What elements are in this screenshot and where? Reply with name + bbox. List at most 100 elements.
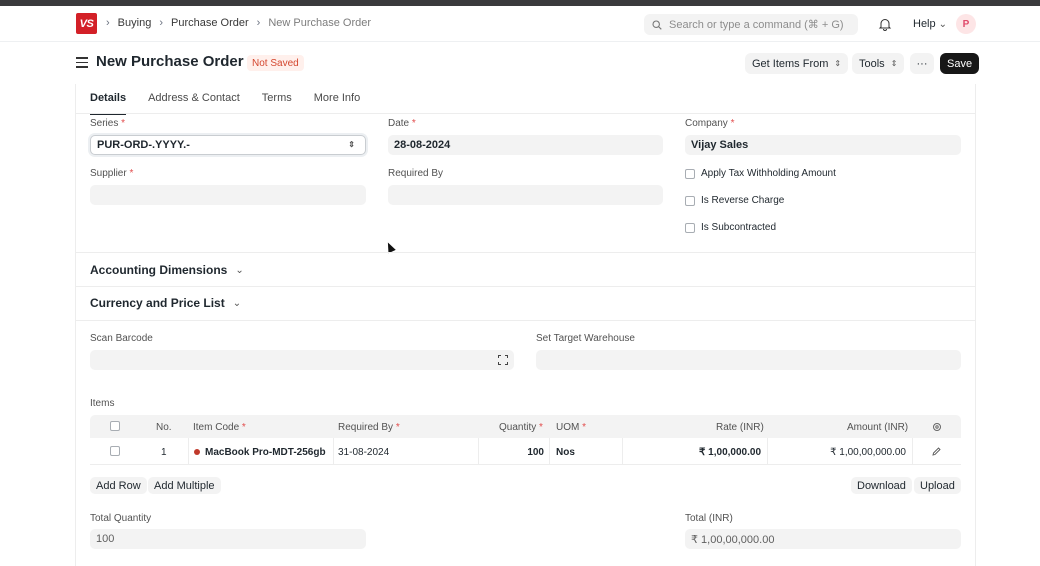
total-inr-field: ₹ 1,00,00,000.00 [685,529,961,549]
required-by-label: Required By [388,168,444,179]
tab-address-contact[interactable]: Address & Contact [148,92,240,115]
supplier-label: Supplier * [90,168,134,179]
page-head: New Purchase Order Not Saved Get Items F… [0,42,1040,84]
search-placeholder: Search or type a command (⌘ + G) [669,19,844,31]
checkbox-box[interactable] [685,195,695,206]
date-label: Date * [388,118,416,129]
tab-details[interactable]: Details [90,92,127,115]
target-warehouse-field[interactable] [536,350,961,370]
company-label-text: Company [685,118,728,129]
tab-terms[interactable]: Terms [262,92,292,115]
date-label-text: Date [388,118,410,129]
form-tabs: Details Address & Contact Terms More Inf… [90,92,360,115]
sidebar-toggle-icon[interactable] [76,57,88,68]
breadcrumb-current: New Purchase Order [268,17,372,29]
chevron-right-icon: › [256,17,261,29]
bell-icon[interactable] [878,17,892,31]
apply-tax-withholding-checkbox[interactable]: Apply Tax Withholding Amount [685,168,836,179]
row-no: 1 [161,447,167,458]
col-required-by: Required By * [338,422,400,433]
checkbox-box[interactable] [685,168,695,179]
chevron-down-icon: ⌄ [235,264,244,276]
row-item-code[interactable]: MacBook Pro-MDT-256gb [194,447,326,458]
supplier-label-text: Supplier [90,168,127,179]
chevron-right-icon: › [159,17,163,29]
column-divider [188,438,189,465]
sort-icon: ⇕ [890,58,898,68]
app-logo[interactable]: VS [76,13,97,34]
checkbox-label: Is Subcontracted [701,222,777,233]
section-divider [76,286,975,287]
col-rate: Rate (INR) [716,422,764,433]
item-code-value: MacBook Pro-MDT-256gb [205,447,326,458]
section-accounting-dimensions[interactable]: Accounting Dimensions ⌄ [90,263,244,277]
get-items-label: Get Items From [752,57,829,70]
column-divider [767,438,768,465]
status-badge: Not Saved [247,55,304,71]
series-select[interactable]: PUR-ORD-.YYYY.- ⇕ [90,135,366,155]
checkbox-box[interactable] [685,222,695,233]
page-title: New Purchase Order [96,53,244,70]
awesomebar-search[interactable]: Search or type a command (⌘ + G) [644,14,858,35]
supplier-field[interactable] [90,185,366,205]
is-reverse-charge-checkbox[interactable]: Is Reverse Charge [685,195,784,206]
col-amount: Amount (INR) [847,422,909,433]
target-warehouse-label: Set Target Warehouse [536,333,635,344]
scan-barcode-field[interactable] [90,350,514,370]
scan-icon[interactable] [498,355,508,365]
total-inr-label: Total (INR) [685,513,733,524]
tab-more-info[interactable]: More Info [314,92,360,115]
table-row[interactable]: 1 MacBook Pro-MDT-256gb 31-08-2024 100 N… [90,438,961,465]
select-all-checkbox[interactable] [110,421,120,431]
more-actions-button[interactable]: ··· [910,53,934,74]
items-table: No. Item Code * Required By * Quantity *… [90,415,961,465]
chevron-down-icon: ⌄ [938,18,948,30]
total-quantity-label: Total Quantity [90,513,152,524]
tools-button[interactable]: Tools ⇕ [852,53,905,74]
breadcrumb: › Buying › Purchase Order › New Purchase… [106,17,371,29]
col-no: No. [156,422,172,433]
help-dropdown[interactable]: Help ⌄ [913,18,947,30]
section-divider [76,252,975,253]
row-amount: ₹ 1,00,00,000.00 [830,447,906,458]
company-label: Company * [685,118,735,129]
row-checkbox[interactable] [110,446,120,456]
section-divider [76,320,975,321]
column-divider [478,438,479,465]
required-by-field[interactable] [388,185,663,205]
add-row-button[interactable]: Add Row [90,477,147,494]
row-quantity[interactable]: 100 [499,447,544,458]
col-quantity: Quantity * [499,422,543,433]
company-field[interactable]: Vijay Sales [685,135,961,155]
section-currency-price-list[interactable]: Currency and Price List ⌄ [90,296,241,310]
chevron-down-icon: ⌄ [232,297,242,309]
col-item-code: Item Code * [193,422,246,433]
sort-icon: ⇕ [348,140,355,149]
avatar[interactable]: P [956,14,976,34]
section-title: Accounting Dimensions [90,263,228,277]
column-divider [622,438,623,465]
breadcrumb-buying[interactable]: Buying [118,17,152,29]
col-quantity-text: Quantity [499,422,537,433]
table-header: No. Item Code * Required By * Quantity *… [90,415,961,438]
upload-button[interactable]: Upload [914,477,961,494]
column-divider [549,438,550,465]
download-button[interactable]: Download [851,477,912,494]
more-icon: ··· [916,57,928,70]
row-rate[interactable]: ₹ 1,00,000.00 [650,447,761,458]
navbar: VS › Buying › Purchase Order › New Purch… [0,6,1040,42]
help-label: Help [913,18,936,30]
col-item-code-text: Item Code [193,422,240,433]
column-divider [333,438,334,465]
is-subcontracted-checkbox[interactable]: Is Subcontracted [685,222,776,233]
row-required-by[interactable]: 31-08-2024 [338,447,389,458]
gear-icon[interactable] [932,422,942,432]
save-button[interactable]: Save [940,53,980,74]
edit-icon[interactable] [932,447,941,456]
date-field[interactable]: 28-08-2024 [388,135,663,155]
row-uom[interactable]: Nos [556,447,575,458]
tools-label: Tools [859,57,885,70]
add-multiple-button[interactable]: Add Multiple [148,477,221,494]
get-items-from-button[interactable]: Get Items From ⇕ [745,53,849,74]
breadcrumb-purchase-order[interactable]: Purchase Order [171,17,249,29]
